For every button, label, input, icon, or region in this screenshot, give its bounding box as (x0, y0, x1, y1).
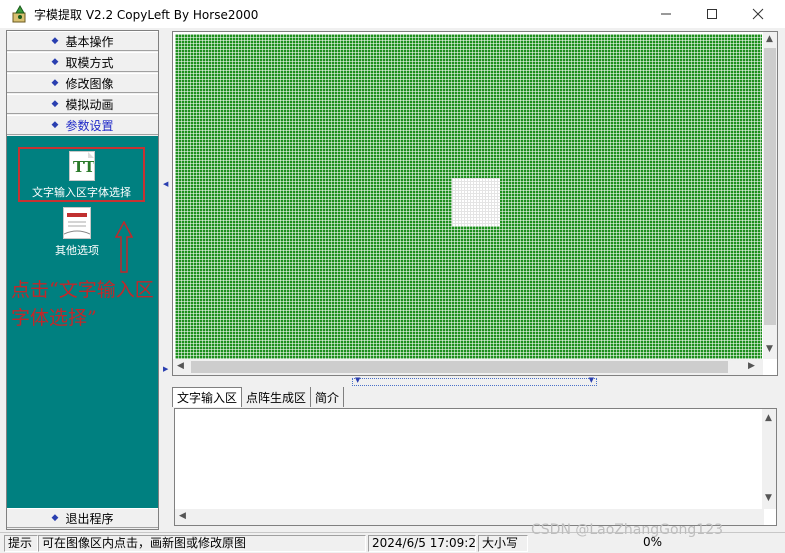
collapse-left-icon[interactable]: ◀ (163, 180, 168, 188)
scroll-up-icon[interactable]: ▲ (765, 413, 772, 423)
settings-tool-area: TT 文字输入区字体选择 其他选项 点击“文字输入区字体选择” (7, 136, 158, 508)
font-icon-text: TT (73, 158, 94, 176)
scroll-down-icon[interactable]: ▼ (766, 344, 773, 354)
horizontal-scrollbar[interactable]: ◀ ▶ (173, 359, 763, 375)
vertical-scrollbar[interactable]: ▲ ▼ (762, 409, 776, 509)
nav-item-animation[interactable]: ◆ 模拟动画 (7, 94, 158, 114)
tab-dot-matrix[interactable]: 点阵生成区 (242, 387, 312, 407)
nav-item-label: 模拟动画 (65, 97, 114, 112)
scroll-left-icon[interactable]: ◀ (179, 511, 186, 521)
left-nav-panel: ◆ 基本操作 ◆ 取模方式 ◆ 修改图像 ◆ 模拟动画 ◆ 参数设置 TT 文字… (6, 30, 159, 530)
splitter-down-icon[interactable]: ▼ (589, 376, 594, 384)
scroll-thumb[interactable] (764, 48, 776, 325)
minimize-button[interactable] (643, 0, 689, 28)
nav-item-settings[interactable]: ◆ 参数设置 (7, 115, 158, 135)
font-select-label: 文字输入区字体选择 (32, 186, 131, 199)
tab-bar: 文字输入区 点阵生成区 简介 (172, 387, 345, 407)
up-arrow-icon (115, 221, 133, 273)
diamond-icon: ◆ (51, 99, 59, 109)
diamond-icon: ◆ (51, 57, 59, 67)
close-button[interactable] (735, 0, 781, 28)
minimize-icon (661, 13, 671, 15)
nav-item-basic[interactable]: ◆ 基本操作 (7, 31, 158, 51)
title-bar: 字模提取 V2.2 CopyLeft By Horse2000 (0, 0, 785, 28)
expand-right-icon[interactable]: ▶ (163, 365, 168, 373)
vertical-scrollbar[interactable]: ▲ ▼ (763, 32, 777, 359)
scroll-right-icon[interactable]: ▶ (748, 361, 755, 371)
nav-item-label: 修改图像 (65, 76, 114, 91)
splitter-down-icon[interactable]: ▼ (355, 376, 360, 384)
status-datetime: 2024/6/5 17:09:27 (368, 535, 476, 552)
scroll-thumb[interactable] (191, 361, 728, 373)
text-input-area[interactable]: ▲ ▼ ◀ (174, 408, 777, 526)
nav-item-label: 参数设置 (65, 118, 114, 133)
maximize-icon (707, 9, 717, 19)
scroll-up-icon[interactable]: ▲ (766, 34, 773, 44)
exit-label: 退出程序 (65, 511, 114, 526)
window-title: 字模提取 V2.2 CopyLeft By Horse2000 (34, 8, 259, 22)
nav-item-label: 基本操作 (65, 34, 114, 49)
diamond-icon: ◆ (51, 36, 59, 46)
scroll-left-icon[interactable]: ◀ (177, 361, 184, 371)
app-icon (12, 5, 26, 23)
other-options-tool[interactable]: 其他选项 (37, 207, 117, 258)
tab-intro[interactable]: 简介 (311, 387, 345, 407)
status-hint-text: 可在图像区内点击，画新图或修改原图 (38, 535, 366, 552)
character-cell[interactable] (452, 178, 500, 226)
other-options-label: 其他选项 (55, 244, 99, 257)
nav-item-mode[interactable]: ◆ 取模方式 (7, 52, 158, 72)
diamond-icon: ◆ (51, 513, 59, 523)
annotation-text: 点击“文字输入区字体选择” (11, 279, 154, 329)
tab-text-input[interactable]: 文字输入区 (172, 387, 243, 407)
image-canvas-panel: ▲ ▼ ◀ ▶ (172, 31, 778, 376)
diamond-icon: ◆ (51, 120, 59, 130)
diamond-icon: ◆ (51, 78, 59, 88)
scroll-down-icon[interactable]: ▼ (765, 493, 772, 503)
panel-splitter[interactable]: ▼ ▼ (352, 376, 597, 386)
font-select-tool[interactable]: TT 文字输入区字体选择 (18, 147, 145, 202)
font-icon: TT (68, 151, 95, 181)
status-case: 大小写 (478, 535, 528, 552)
watermark: CSDN @LaoZhangGong123 (531, 522, 724, 538)
dot-matrix-canvas[interactable] (175, 34, 762, 359)
maximize-button[interactable] (689, 0, 735, 28)
nav-item-edit-image[interactable]: ◆ 修改图像 (7, 73, 158, 93)
status-hint-label: 提示 (4, 535, 38, 552)
nav-item-label: 取模方式 (65, 55, 114, 70)
close-icon (752, 8, 764, 20)
document-icon (63, 207, 91, 239)
exit-button[interactable]: ◆ 退出程序 (7, 508, 158, 528)
